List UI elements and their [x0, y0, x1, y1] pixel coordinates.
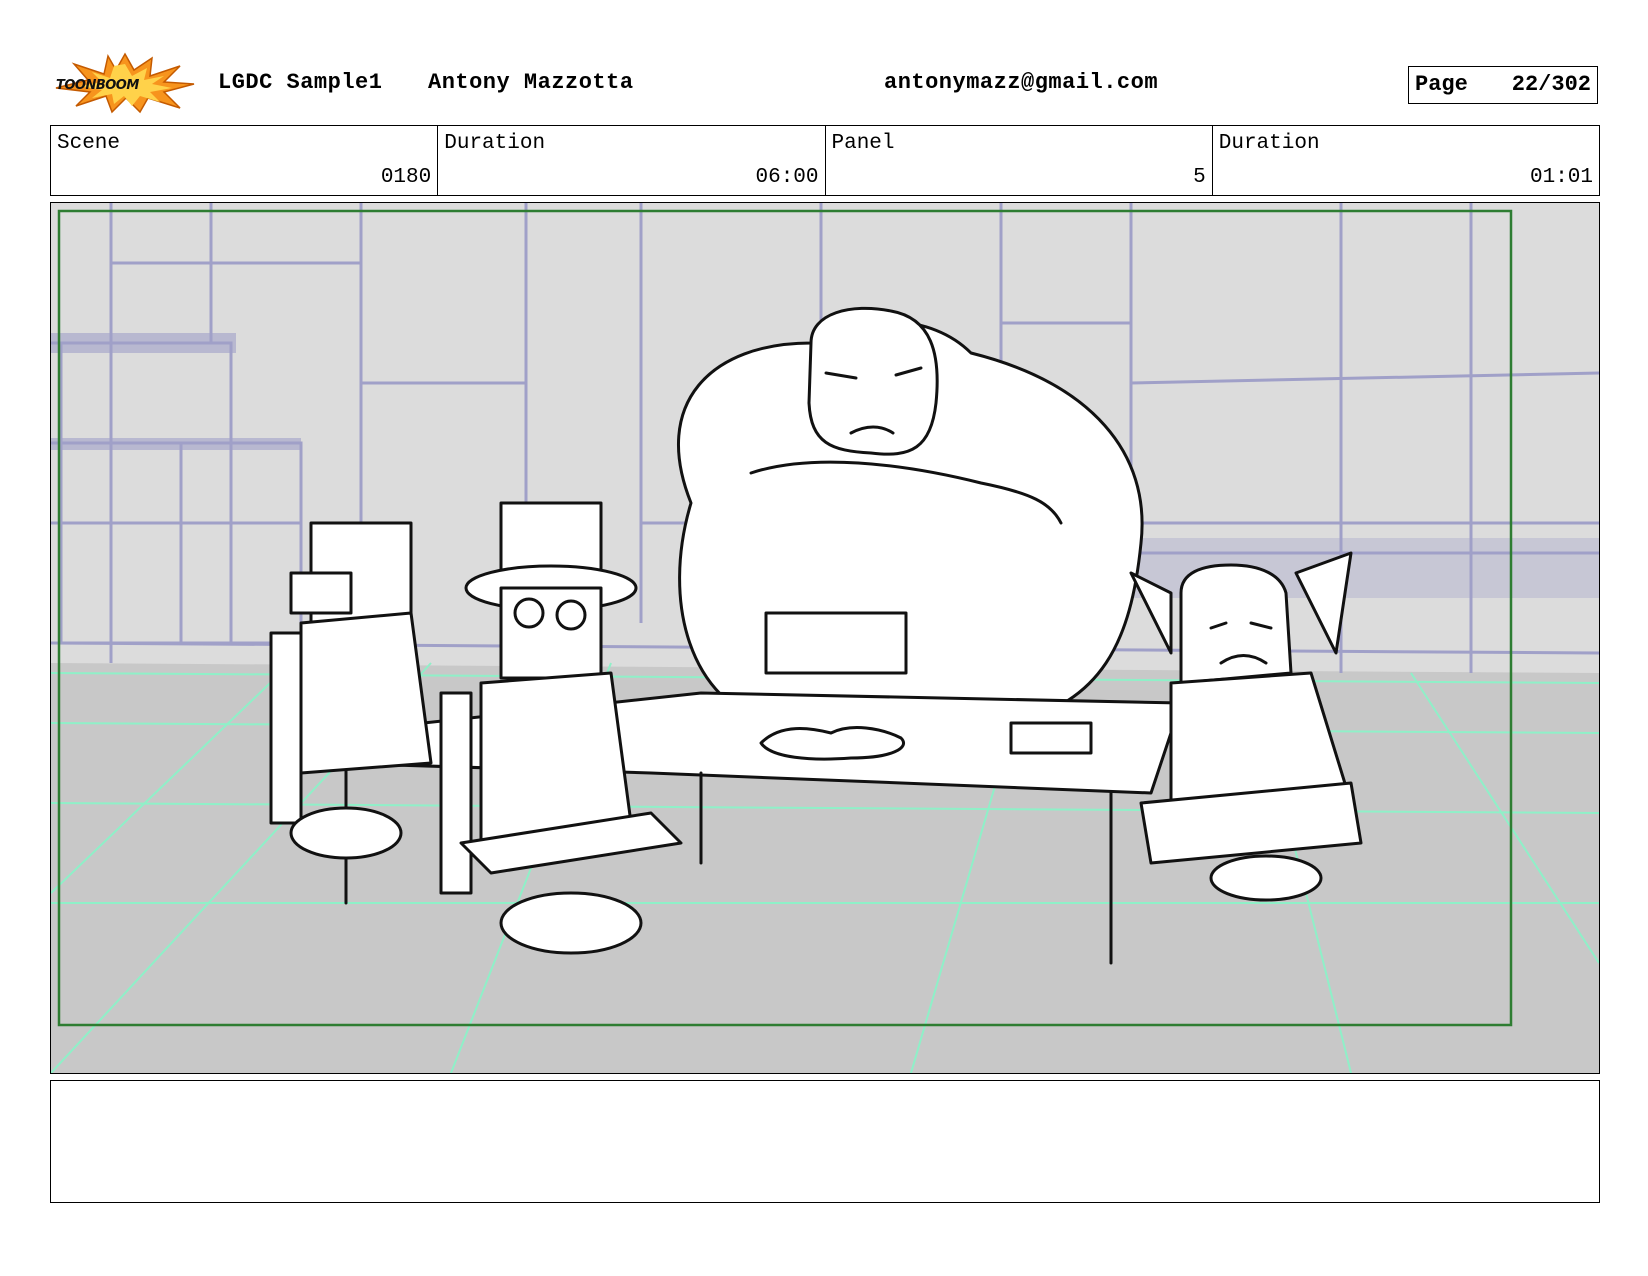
scene-duration-cell: Duration 06:00 [438, 126, 826, 195]
toonboom-logo: TOONBOOM [52, 52, 198, 114]
panel-duration-cell: Duration 01:01 [1213, 126, 1599, 195]
scene-duration-label: Duration [444, 132, 546, 155]
storyboard-panel [50, 202, 1600, 1074]
panel-label: Panel [831, 132, 895, 155]
scene-value: 0180 [380, 166, 432, 189]
scene-cell: Scene 0180 [51, 126, 439, 195]
panel-duration-label: Duration [1218, 132, 1320, 155]
scene-duration-value: 06:00 [755, 166, 819, 189]
author-email: antonymazz@gmail.com [884, 70, 1159, 95]
panel-drawing [51, 203, 1599, 1073]
panel-cell: Panel 5 [826, 126, 1213, 195]
panel-value: 5 [1193, 166, 1206, 189]
project-name: LGDC Sample1 [218, 70, 383, 95]
scene-label: Scene [57, 132, 121, 155]
page-indicator: Page 22/302 [1408, 66, 1598, 104]
panel-notes [50, 1080, 1600, 1203]
panel-duration-value: 01:01 [1529, 166, 1593, 189]
page-label: Page [1415, 72, 1468, 97]
author-name: Antony Mazzotta [428, 70, 634, 95]
shot-info-table: Scene 0180 Duration 06:00 Panel 5 Durati… [50, 125, 1600, 196]
logo-text: TOONBOOM [56, 78, 139, 93]
page-number: 22/302 [1511, 72, 1591, 97]
